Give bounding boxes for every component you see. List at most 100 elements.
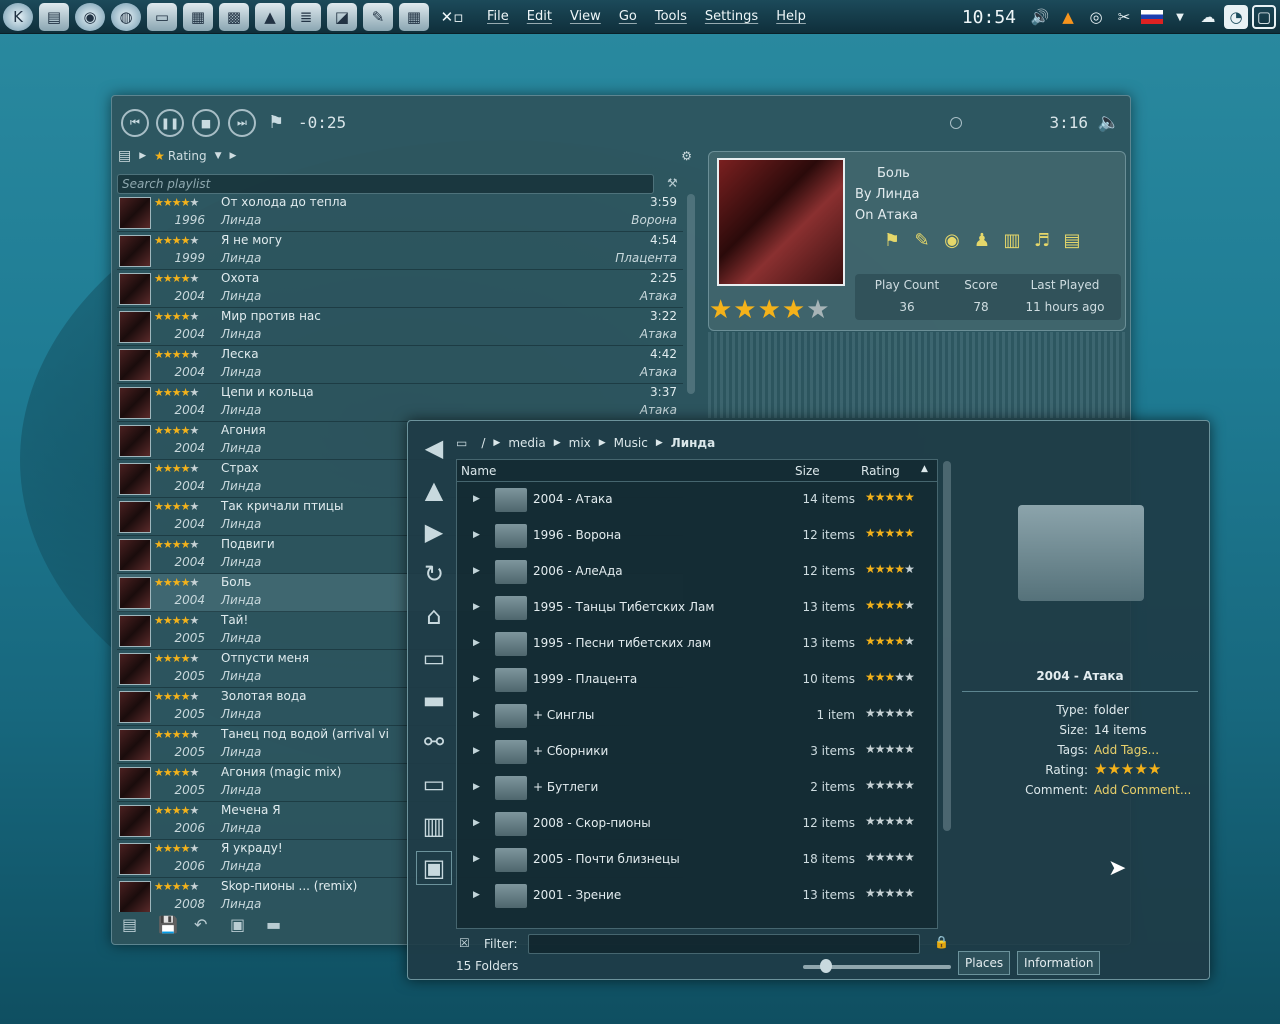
forward-icon[interactable]: ▶ — [416, 515, 452, 549]
zoom-slider-handle[interactable] — [820, 959, 832, 973]
expand-icon[interactable]: ▶ — [473, 890, 480, 900]
menu-settings[interactable]: Settings — [705, 9, 758, 24]
playlist-row[interactable]: ★★★★★ Я не могу 4:54 1999 Линда Плацента — [117, 232, 683, 270]
keyboard-layout-icon[interactable] — [1140, 5, 1164, 29]
expand-icon[interactable]: ▶ — [473, 818, 480, 828]
breadcrumb-mix[interactable]: mix — [569, 436, 591, 450]
vlc-icon[interactable]: ▲ — [255, 2, 285, 31]
menu-help[interactable]: Help — [776, 9, 806, 24]
edit-icon[interactable]: ✎ — [907, 230, 937, 251]
guitar-icon[interactable]: ♬ — [1027, 230, 1057, 251]
browser-icon[interactable]: ◍ — [111, 2, 141, 31]
track-rating[interactable]: ★★★★★ — [154, 766, 199, 779]
places-tab[interactable]: Places — [958, 951, 1011, 975]
split-view-icon[interactable]: ▥ — [416, 809, 452, 843]
menu-file[interactable]: File — [487, 9, 509, 24]
folder-row[interactable]: ▶ 2004 - Атака 14 items ★★★★★ — [457, 482, 937, 518]
column-size[interactable]: Size — [795, 464, 820, 478]
expand-icon[interactable]: ▶ — [473, 674, 480, 684]
view-mode-icon[interactable]: ▬ — [416, 683, 452, 717]
playlist-row[interactable]: ★★★★★ Мир против нас 3:22 2004 Линда Атака — [117, 308, 683, 346]
info-rating[interactable]: ★★★★★ — [1094, 760, 1161, 778]
breadcrumb-root[interactable]: / — [481, 436, 485, 450]
flag-icon[interactable]: ⚑ — [877, 230, 907, 251]
image-viewer-icon[interactable]: ▦ — [183, 2, 213, 31]
expand-icon[interactable]: ▶ — [473, 602, 480, 612]
folder-row[interactable]: ▶ 2008 - Скор-пионы 12 items ★★★★★ — [457, 806, 937, 842]
folder-row[interactable]: ▶ 2005 - Почти близнецы 18 items ★★★★★ — [457, 842, 937, 878]
track-rating[interactable]: ★★★★★ — [154, 462, 199, 475]
track-rating[interactable]: ★★★★★ — [154, 424, 199, 437]
up-icon[interactable]: ▲ — [416, 473, 452, 507]
folder-rating[interactable]: ★★★★★ — [865, 670, 915, 684]
breadcrumb-music[interactable]: Music — [614, 436, 648, 450]
track-rating[interactable]: ★★★★★ — [154, 804, 199, 817]
column-name[interactable]: Name — [461, 464, 496, 478]
kde-menu-icon[interactable]: K — [3, 2, 33, 31]
expand-icon[interactable]: ▶ — [473, 710, 480, 720]
expand-icon[interactable]: ▶ — [473, 566, 480, 576]
clear-filter-icon[interactable]: ☒ — [459, 936, 470, 950]
chevron-down-icon[interactable]: ▼ — [215, 151, 222, 161]
folder-row[interactable]: ▶ 1995 - Песни тибетских лам 13 items ★★★★★ — [457, 626, 937, 662]
layout-icon[interactable]: ▬ — [266, 915, 292, 937]
weather-icon[interactable]: ☁ — [1196, 5, 1220, 29]
track-rating[interactable]: ★★★★★ — [154, 576, 199, 589]
folder-row[interactable]: ▶ + Бутлеги 2 items ★★★★★ — [457, 770, 937, 806]
playlist-scrollbar[interactable] — [687, 194, 695, 394]
track-rating[interactable]: ★★★★★ — [154, 880, 199, 893]
settings-icon[interactable]: ⚙ — [681, 149, 692, 163]
track-rating[interactable]: ★★★★★ — [154, 234, 199, 247]
folder-rating[interactable]: ★★★★★ — [865, 814, 915, 828]
new-folder-icon[interactable]: ▭ — [416, 641, 452, 675]
track-rating[interactable]: ★★★★★ — [154, 652, 199, 665]
folder-rating[interactable]: ★★★★★ — [865, 778, 915, 792]
track-rating[interactable]: ★★★★★ — [154, 538, 199, 551]
calculator-icon[interactable]: ▦ — [399, 2, 429, 31]
progress-knob[interactable] — [950, 117, 962, 129]
folder-rating[interactable]: ★★★★★ — [865, 490, 915, 504]
playlist-row[interactable]: ★★★★★ От холода до тепла 3:59 1996 Линда Воро… — [117, 194, 683, 232]
disk-icon[interactable]: ◉ — [75, 2, 105, 31]
previous-button[interactable]: ⏮ — [121, 109, 149, 137]
back-icon[interactable]: ◀ — [416, 431, 452, 465]
playlist-row[interactable]: ★★★★★ Цепи и кольца 3:37 2004 Линда Атака — [117, 384, 683, 422]
pen-icon[interactable]: ✎ — [363, 2, 393, 31]
home-icon[interactable]: ⌂ — [416, 599, 452, 633]
calendar-icon[interactable]: ▤ — [1057, 230, 1087, 251]
expand-icon[interactable]: ▶ — [473, 782, 480, 792]
menu-edit[interactable]: Edit — [527, 9, 552, 24]
folder-rating[interactable]: ★★★★★ — [865, 562, 915, 576]
shop-icon[interactable]: ▥ — [997, 230, 1027, 251]
terminal-icon[interactable]: ▭ — [147, 2, 177, 31]
cd-icon[interactable]: ◉ — [937, 230, 967, 251]
track-rating[interactable]: ★★★★★ — [154, 196, 199, 209]
breadcrumb-current[interactable]: Линда — [671, 436, 715, 450]
track-rating[interactable]: ★★★★★ — [154, 500, 199, 513]
stop-button[interactable]: ■ — [192, 109, 220, 137]
undo-icon[interactable]: ↶ — [194, 915, 220, 937]
document-icon[interactable]: ≣ — [291, 2, 321, 31]
expand-icon[interactable]: ▶ — [473, 494, 480, 504]
scissors-icon[interactable]: ✂ — [1112, 5, 1136, 29]
folder-list-scrollbar[interactable] — [943, 461, 951, 831]
export-icon[interactable]: ▣ — [230, 915, 256, 937]
filter-tools-icon[interactable]: ⚒ — [667, 176, 678, 190]
volume-icon[interactable]: 🔊 — [1028, 5, 1052, 29]
folder-rating[interactable]: ★★★★★ — [865, 634, 915, 648]
chevron-down-icon[interactable]: ▼ — [1168, 5, 1192, 29]
save-playlist-icon[interactable]: 💾 — [158, 915, 184, 937]
album-cover[interactable] — [717, 158, 845, 286]
folder-row[interactable]: ▶ 2001 - Зрение 13 items ★★★★★ — [457, 878, 937, 914]
menu-view[interactable]: View — [570, 9, 601, 24]
expand-icon[interactable]: ▶ — [473, 530, 480, 540]
reload-icon[interactable]: ↻ — [416, 557, 452, 591]
menu-go[interactable]: Go — [619, 9, 637, 24]
expand-icon[interactable]: ▶ — [473, 638, 480, 648]
file-manager-icon[interactable]: ▤ — [39, 2, 69, 31]
folder-rating[interactable]: ★★★★★ — [865, 706, 915, 720]
vlc-tray-icon[interactable]: ▲ — [1056, 5, 1080, 29]
add-tags-link[interactable]: Add Tags... — [1094, 743, 1159, 757]
playlist-row[interactable]: ★★★★★ Охота 2:25 2004 Линда Атака — [117, 270, 683, 308]
folder-rating[interactable]: ★★★★★ — [865, 598, 915, 612]
